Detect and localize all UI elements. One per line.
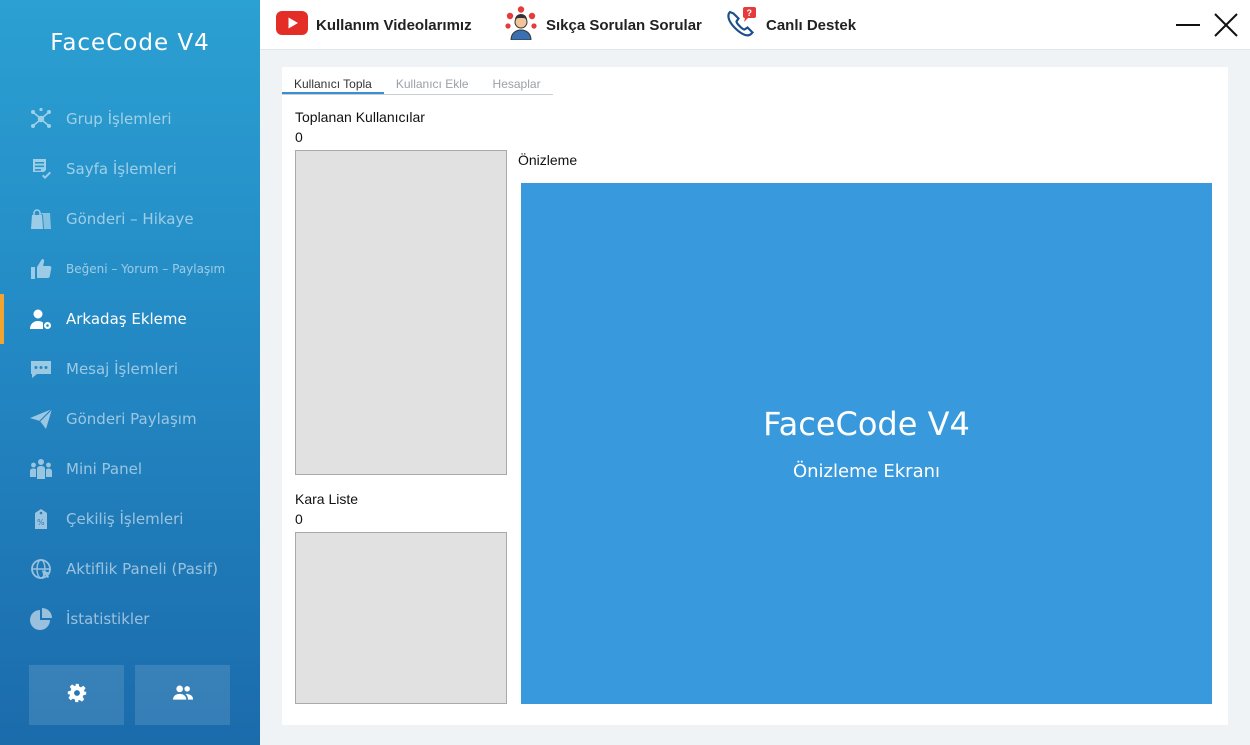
top-bar: Kullanım Videolarımız Sıkça Sorulan Soru…: [260, 0, 1250, 50]
globe-cursor-icon: [28, 556, 54, 582]
sidebar-item-like-comment-share[interactable]: Beğeni – Yorum – Paylaşım: [0, 244, 260, 294]
chat-icon: [28, 356, 54, 382]
group-icon: [28, 456, 54, 482]
sidebar-item-label: Beğeni – Yorum – Paylaşım: [66, 262, 226, 276]
collected-users-list[interactable]: [295, 150, 507, 475]
sidebar-item-label: Mesaj İşlemleri: [66, 360, 179, 378]
sidebar-item-label: Gönderi – Hikaye: [66, 210, 194, 228]
videos-link[interactable]: Kullanım Videolarımız: [276, 0, 472, 50]
sidebar-item-label: Grup İşlemleri: [66, 110, 172, 128]
preview-label: Önizleme: [518, 152, 578, 168]
gear-icon: [67, 683, 87, 707]
tab-accounts[interactable]: Hesaplar: [481, 77, 553, 94]
sidebar-item-label: Mini Panel: [66, 460, 143, 478]
sidebar-item-label: Aktiflik Paneli (Pasif): [66, 560, 218, 578]
sidebar-item-add-friend[interactable]: Arkadaş Ekleme: [0, 294, 260, 344]
collected-users-count: 0: [295, 129, 303, 145]
users-icon: [172, 683, 193, 707]
users-button[interactable]: [135, 665, 230, 725]
preview-screen: FaceCode V4 Önizleme Ekranı: [521, 183, 1212, 704]
sidebar-item-post-story[interactable]: Gönderi – Hikaye: [0, 194, 260, 244]
shopping-bags-icon: [28, 206, 54, 232]
phone-support-icon: ?: [724, 6, 758, 44]
sidebar: FaceCode V4 Grup İşlemleri Sayfa İşlemle…: [0, 0, 260, 745]
sidebar-item-page-operations[interactable]: Sayfa İşlemleri: [0, 144, 260, 194]
hub-icon: [28, 106, 54, 132]
youtube-icon: [276, 11, 308, 39]
sidebar-item-statistics[interactable]: İstatistikler: [0, 594, 260, 644]
faq-person-icon: [504, 6, 538, 44]
live-support-link[interactable]: ? Canlı Destek: [724, 0, 856, 50]
blacklist-count: 0: [295, 511, 303, 527]
settings-button[interactable]: [29, 665, 124, 725]
minimize-icon: [1173, 24, 1203, 44]
live-support-label: Canlı Destek: [766, 16, 857, 34]
paper-plane-icon: [28, 406, 54, 432]
faq-link-label: Sıkça Sorulan Sorular: [546, 16, 702, 34]
videos-link-label: Kullanım Videolarımız: [316, 16, 472, 34]
close-icon: [1211, 13, 1241, 44]
tab-add-users[interactable]: Kullanıcı Ekle: [384, 77, 481, 94]
preview-title: FaceCode V4: [763, 405, 970, 443]
sidebar-item-post-sharing[interactable]: Gönderi Paylaşım: [0, 394, 260, 444]
pie-chart-icon: [28, 606, 54, 632]
sidebar-item-group-operations[interactable]: Grup İşlemleri: [0, 94, 260, 144]
close-button[interactable]: [1211, 10, 1241, 40]
sidebar-item-label: Sayfa İşlemleri: [66, 160, 177, 178]
preview-subtitle: Önizleme Ekranı: [792, 461, 941, 482]
app-brand: FaceCode V4: [50, 30, 210, 56]
blacklist-label: Kara Liste: [295, 491, 359, 507]
sidebar-item-label: Gönderi Paylaşım: [66, 410, 197, 428]
tab-collect-users[interactable]: Kullanıcı Topla: [282, 77, 384, 94]
svg-text:%: %: [37, 518, 45, 527]
sidebar-item-label: Arkadaş Ekleme: [66, 310, 187, 328]
thumbs-up-icon: [28, 256, 54, 282]
sidebar-item-message-operations[interactable]: Mesaj İşlemleri: [0, 344, 260, 394]
discount-tag-icon: %: [28, 506, 54, 532]
faq-link[interactable]: Sıkça Sorulan Sorular: [504, 0, 702, 50]
sidebar-item-label: Çekiliş İşlemleri: [66, 510, 184, 528]
tab-strip: Kullanıcı Topla Kullanıcı Ekle Hesaplar: [282, 77, 553, 95]
blacklist-list[interactable]: [295, 532, 507, 704]
sidebar-item-giveaway-operations[interactable]: % Çekiliş İşlemleri: [0, 494, 260, 544]
content-panel: Kullanıcı Topla Kullanıcı Ekle Hesaplar …: [282, 67, 1228, 725]
collected-users-label: Toplanan Kullanıcılar: [295, 109, 425, 125]
document-check-icon: [28, 156, 54, 182]
svg-text:?: ?: [747, 8, 753, 18]
sidebar-item-activity-panel[interactable]: Aktiflik Paneli (Pasif): [0, 544, 260, 594]
minimize-button[interactable]: [1173, 10, 1203, 40]
sidebar-item-mini-panel[interactable]: Mini Panel: [0, 444, 260, 494]
user-gear-icon: [28, 306, 54, 332]
sidebar-menu: Grup İşlemleri Sayfa İşlemleri Gönderi –…: [0, 94, 260, 644]
sidebar-item-label: İstatistikler: [66, 610, 150, 628]
